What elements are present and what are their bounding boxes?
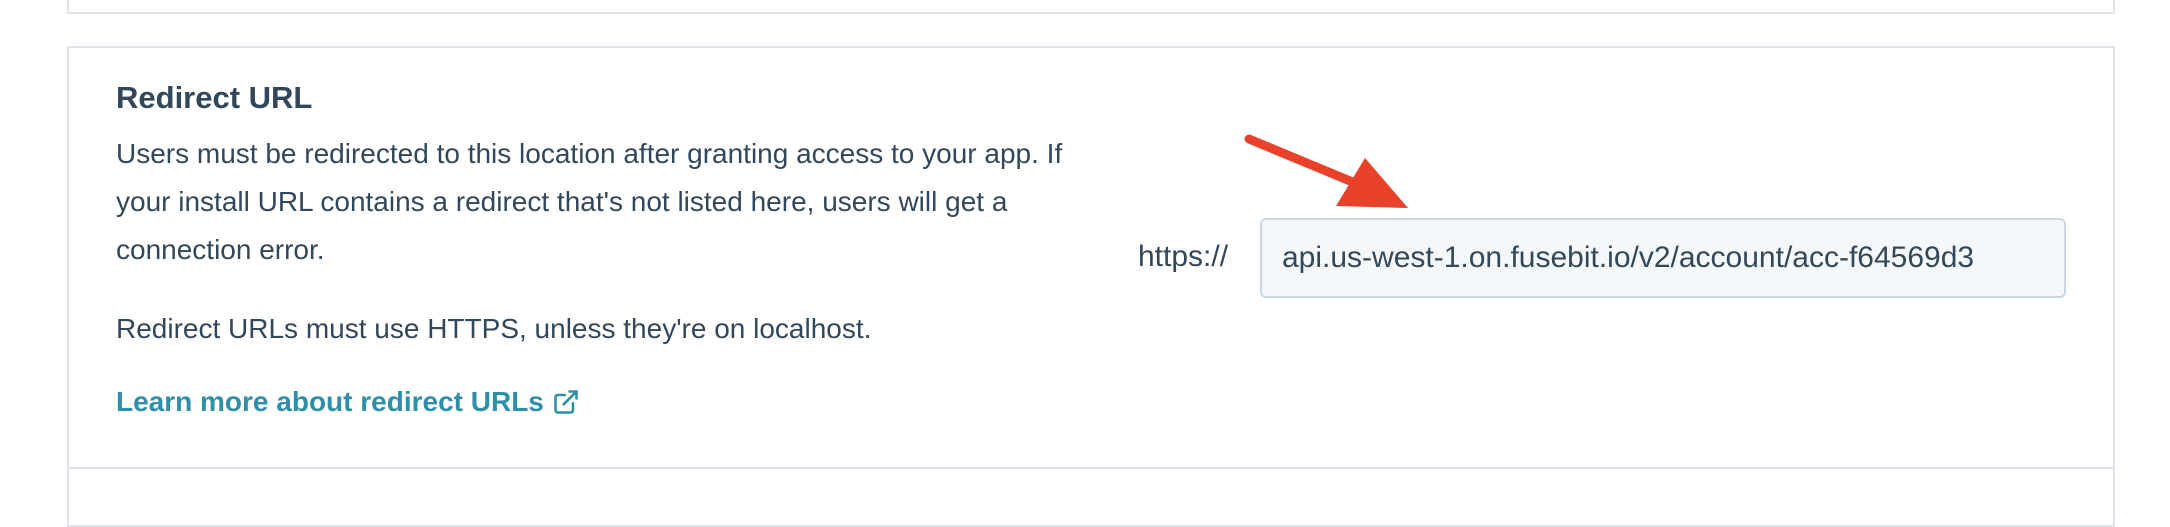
external-link-icon — [554, 390, 578, 414]
url-prefix: https:// — [1138, 240, 1229, 273]
section-title: Redirect URL — [116, 80, 313, 115]
next-section-panel — [67, 467, 2115, 527]
arrow-annotation — [1244, 134, 1408, 208]
section-description: Users must be redirected to this locatio… — [116, 138, 1063, 265]
https-note: Redirect URLs must use HTTPS, unless the… — [116, 313, 872, 344]
previous-section-panel — [67, 0, 2115, 14]
learn-more-link-label: Learn more about redirect URLs — [116, 386, 544, 417]
redirect-url-input[interactable] — [1260, 218, 2066, 298]
learn-more-link[interactable]: Learn more about redirect URLs — [116, 386, 580, 418]
